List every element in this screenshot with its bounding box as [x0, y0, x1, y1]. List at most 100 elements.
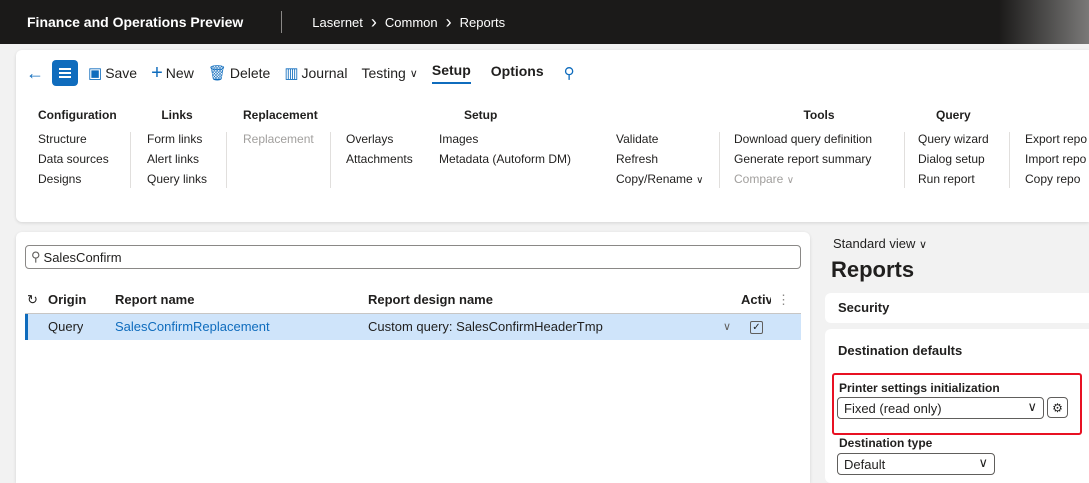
divider [130, 132, 131, 188]
validate-button[interactable]: Validate [616, 129, 703, 149]
setup-column-3: Validate Refresh Copy/Rename ∨ [616, 129, 703, 191]
destination-defaults-header[interactable]: Destination defaults [838, 343, 962, 358]
overlays-button[interactable]: Overlays [346, 129, 413, 149]
reports-grid: ↻ Origin Report name Report design name … [25, 287, 801, 340]
divider [1009, 132, 1010, 188]
copy-report-button[interactable]: Copy repo [1025, 169, 1089, 189]
app-title[interactable]: Finance and Operations Preview [27, 14, 243, 30]
view-selector-label: Standard view [833, 236, 916, 251]
testing-label: Testing [361, 65, 406, 81]
highlight-box [832, 373, 1082, 435]
export-report-button[interactable]: Export repo [1025, 129, 1089, 149]
column-report-name[interactable]: Report name [115, 287, 194, 313]
setup-column-2: Images Metadata (Autoform DM) [439, 129, 571, 169]
table-row[interactable]: Query SalesConfirmReplacement Custom que… [25, 314, 801, 340]
group-title: Tools [803, 108, 835, 122]
save-label: Save [105, 65, 138, 81]
page-title: Reports [831, 257, 915, 282]
tab-options[interactable]: Options [491, 63, 544, 83]
more-vertical-icon[interactable]: ⋮ [777, 287, 790, 313]
chevron-right-icon: › [370, 12, 377, 32]
cell-origin: Query [48, 319, 84, 334]
designs-button[interactable]: Designs [38, 169, 117, 189]
form-links-button[interactable]: Form links [147, 129, 207, 149]
group-title: Configuration [38, 108, 117, 122]
view-selector[interactable]: Standard view ∨ [833, 236, 927, 251]
divider [226, 132, 227, 188]
breadcrumb-common[interactable]: Common [385, 15, 438, 30]
toolbar: ← ▣ Save + New 🗑 Delete ▥ Journal Testing ∨ S… [16, 56, 1089, 90]
hamburger-icon [59, 72, 71, 74]
cell-report-name[interactable]: SalesConfirmReplacement [115, 314, 270, 340]
security-fasttab[interactable]: Security [825, 293, 1089, 323]
chevron-down-icon[interactable]: ∨ [723, 314, 731, 340]
delete-label: Delete [229, 65, 271, 81]
structure-button[interactable]: Structure [38, 129, 117, 149]
menu-button[interactable] [52, 60, 78, 86]
group-query: Query Query wizard Dialog setup Run repo… [918, 108, 989, 189]
generate-report-summary-button[interactable]: Generate report summary [734, 149, 904, 169]
query-links-button[interactable]: Query links [147, 169, 207, 189]
column-active[interactable]: Activ [741, 287, 771, 313]
import-report-button[interactable]: Import repo [1025, 149, 1089, 169]
search-icon[interactable]: ⚲ [564, 64, 575, 82]
grid-header: ↻ Origin Report name Report design name … [25, 287, 801, 314]
action-pane: ← ▣ Save + New 🗑 Delete ▥ Journal Testing ∨ S… [16, 50, 1089, 222]
replacement-button[interactable]: Replacement [243, 129, 318, 149]
top-bar: Finance and Operations Preview Lasernet … [0, 0, 1089, 44]
chevron-down-icon: ∨ [978, 455, 988, 470]
delete-button[interactable]: 🗑 Delete [208, 64, 271, 82]
alert-links-button[interactable]: Alert links [147, 149, 207, 169]
divider [281, 11, 283, 33]
attachments-button[interactable]: Attachments [346, 149, 413, 169]
group-replacement: Replacement Replacement [243, 108, 318, 149]
destination-type-dropdown[interactable]: Default ∨ [837, 453, 995, 475]
filter-search-input[interactable]: ⚲ SalesConfirm [25, 245, 801, 269]
column-origin[interactable]: Origin [48, 287, 86, 313]
chevron-down-icon: ∨ [409, 67, 418, 80]
cell-report-design-name[interactable]: Custom query: SalesConfirmHeaderTmp [368, 314, 603, 340]
plus-icon: + [151, 61, 163, 84]
group-setup: Setup [346, 108, 616, 129]
chevron-down-icon: ∨ [696, 175, 704, 186]
group-links: Links Form links Alert links Query links [147, 108, 207, 189]
tab-setup[interactable]: Setup [431, 62, 471, 84]
compare-menu[interactable]: Compare ∨ [734, 169, 904, 191]
chevron-down-icon: ∨ [919, 239, 928, 251]
group-title: Replacement [243, 108, 318, 122]
save-icon: ▣ [88, 65, 103, 82]
journal-label: Journal [301, 65, 348, 81]
download-query-definition-button[interactable]: Download query definition [734, 129, 904, 149]
metadata-button[interactable]: Metadata (Autoform DM) [439, 149, 571, 169]
breadcrumb-reports[interactable]: Reports [460, 15, 506, 30]
list-pane: ⚲ SalesConfirm ↻ Origin Report name Repo… [16, 232, 810, 483]
run-report-button[interactable]: Run report [918, 169, 989, 189]
group-title: Query [936, 108, 971, 122]
group-tools: Tools Download query definition Generate… [734, 108, 904, 191]
journal-button[interactable]: ▥ Journal [284, 64, 347, 82]
group-more: Export repo Import repo Copy repo [1025, 129, 1089, 189]
refresh-button[interactable]: Refresh [616, 149, 703, 169]
testing-menu[interactable]: Testing ∨ [361, 65, 417, 81]
group-configuration: Configuration Structure Data sources Des… [38, 108, 117, 189]
breadcrumb-lasernet[interactable]: Lasernet [312, 15, 363, 30]
new-label: New [165, 65, 194, 81]
destination-type-value: Default [844, 457, 886, 472]
column-report-design-name[interactable]: Report design name [368, 287, 493, 313]
trash-icon: 🗑 [207, 65, 227, 82]
images-button[interactable]: Images [439, 129, 571, 149]
journal-icon: ▥ [284, 65, 299, 82]
topbar-fade [999, 0, 1089, 44]
dialog-setup-button[interactable]: Dialog setup [918, 149, 989, 169]
active-checkbox[interactable]: ✓ [750, 314, 763, 340]
data-sources-button[interactable]: Data sources [38, 149, 117, 169]
security-header: Security [838, 300, 890, 315]
new-button[interactable]: + New [151, 62, 194, 85]
refresh-icon[interactable]: ↻ [27, 287, 38, 313]
query-wizard-button[interactable]: Query wizard [918, 129, 989, 149]
group-title: Links [161, 108, 193, 122]
copy-rename-menu[interactable]: Copy/Rename ∨ [616, 169, 703, 191]
save-button[interactable]: ▣ Save [88, 64, 137, 82]
back-arrow-icon[interactable]: ← [26, 63, 44, 84]
divider [330, 132, 331, 188]
